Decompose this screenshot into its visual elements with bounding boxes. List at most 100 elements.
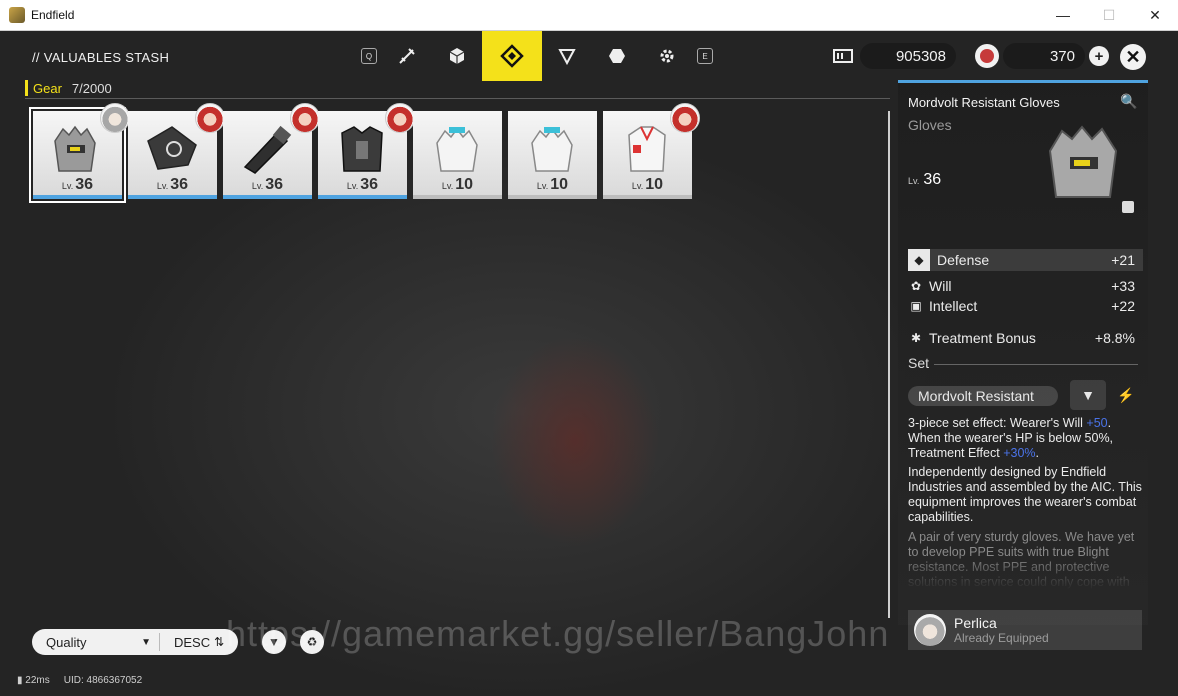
gem-currency-icon <box>975 44 999 68</box>
item-slot[interactable]: Lv. 36 <box>223 103 320 199</box>
rarity-bar <box>318 195 407 199</box>
detail-gloves-image <box>1048 125 1118 198</box>
item-slot[interactable]: Lv. 36 <box>318 103 415 199</box>
tab-weapons[interactable] <box>382 31 432 81</box>
white-gloves-icon <box>436 127 478 172</box>
cog-icon <box>660 49 674 63</box>
category-tabs: Q E <box>356 31 718 81</box>
rarity-bar <box>603 195 692 199</box>
lock-icon[interactable] <box>1122 201 1134 213</box>
rarity-bar <box>223 195 312 199</box>
equipped-operator-badge <box>670 103 700 133</box>
shield-icon: ◆ <box>908 249 930 271</box>
signal-icon: ▮ <box>17 675 23 686</box>
currency-a-value: 905308 <box>860 43 956 69</box>
tab-gear[interactable] <box>482 31 542 81</box>
game-viewport: // VALUABLES STASH Q E 905308 370 + ✕ Ge… <box>0 31 1178 696</box>
currency-b-value: 370 <box>1003 43 1085 69</box>
gear-count: 7/2000 <box>71 80 112 96</box>
avatar <box>914 614 946 646</box>
card-currency-icon <box>833 49 853 63</box>
treatment-icon: ✱ <box>910 331 922 345</box>
tab-next-key[interactable]: E <box>692 31 718 81</box>
armor-icon <box>341 126 383 172</box>
caret-down-icon: ▼ <box>141 636 151 648</box>
sort-order-icon: ⇅ <box>214 635 225 649</box>
add-currency-button[interactable]: + <box>1089 46 1109 66</box>
window-titlebar: Endfield — ☐ ✕ <box>0 0 1178 31</box>
white-gloves-icon <box>531 127 573 172</box>
intellect-icon: ▣ <box>910 299 922 313</box>
tab-materials[interactable] <box>432 31 482 81</box>
tab-special[interactable] <box>642 31 692 81</box>
watermark: https://gamemarket.gg/seller/BangJohn <box>226 613 890 654</box>
item-slot[interactable]: Lv. 10 <box>413 111 502 199</box>
stash-title: // VALUABLES STASH <box>32 50 170 65</box>
item-level: Lv. 10 <box>441 176 474 193</box>
rarity-bar <box>33 195 122 199</box>
close-window-button[interactable]: ✕ <box>1132 0 1178 30</box>
hexagon-icon <box>609 49 625 63</box>
equipped-operator-badge <box>195 103 225 133</box>
list-scrollbar[interactable] <box>888 111 890 618</box>
triangle-icon <box>558 49 576 65</box>
rarity-bar <box>508 195 597 199</box>
set-divider <box>934 364 1138 365</box>
item-flavor-text: A pair of very sturdy gloves. We have ye… <box>908 530 1135 589</box>
jacket-icon <box>628 126 666 172</box>
tab-tools[interactable] <box>592 31 642 81</box>
sort-field-dropdown[interactable]: Quality ▼ <box>32 633 160 651</box>
currency-a: 905308 <box>832 43 956 69</box>
close-stash-button[interactable]: ✕ <box>1120 44 1146 70</box>
kit-icon <box>147 126 197 170</box>
tab-prev-key[interactable]: Q <box>356 31 382 81</box>
uid-text: UID: 4866367052 <box>63 675 143 686</box>
currency-b: 370 + <box>975 43 1109 69</box>
set-piece-icons: ▼ ⚡ <box>1070 380 1140 410</box>
inspect-icon[interactable]: 🔍 <box>1120 93 1137 110</box>
sort-field-value: Quality <box>46 634 87 650</box>
cube-icon <box>449 48 465 64</box>
equipped-operator-badge <box>385 103 415 133</box>
tab-consumables[interactable] <box>542 31 592 81</box>
stat-intellect: ▣ Intellect +22 <box>908 296 1143 316</box>
footer-status: ▮ 22ms UID: 4866367052 <box>17 675 142 686</box>
set-name[interactable]: Mordvolt Resistant <box>908 386 1058 406</box>
set-emblem-icon: ▼ <box>1070 380 1106 410</box>
item-slot[interactable]: Lv. 36 <box>128 103 225 199</box>
detail-item-type: Gloves <box>908 117 952 133</box>
will-icon: ✿ <box>910 279 922 293</box>
gear-diamond-icon <box>500 44 524 68</box>
rarity-bar <box>128 195 217 199</box>
equipped-status: Already Equipped <box>954 631 1049 645</box>
item-slot[interactable]: Lv. 10 <box>508 111 597 199</box>
ping-indicator: ▮ 22ms <box>17 675 50 686</box>
item-level: Lv. 36 <box>61 176 94 193</box>
stat-treatment-bonus: ✱ Treatment Bonus +8.8% <box>908 328 1143 348</box>
item-level: Lv. 10 <box>536 176 569 193</box>
minimize-button[interactable]: — <box>1040 0 1086 30</box>
detail-item-name: Mordvolt Resistant Gloves <box>908 95 1060 110</box>
window-title: Endfield <box>31 8 75 22</box>
app-icon <box>9 7 25 23</box>
gear-bar: Gear 7/2000 <box>25 78 890 99</box>
item-grid: Lv. 36 Lv. 36 Lv. 36 Lv. 36 Lv. 10 Lv. 1… <box>29 103 700 203</box>
equipped-operator-name: Perlica <box>954 615 997 631</box>
set-effect-text: 3-piece set effect: Wearer's Will +50. W… <box>908 416 1114 460</box>
set-label: Set <box>908 355 930 371</box>
item-description: Independently designed by Endfield Indus… <box>908 465 1142 524</box>
equipped-by-card[interactable]: Perlica Already Equipped <box>908 610 1142 650</box>
item-slot[interactable]: Lv. 10 <box>603 103 700 199</box>
item-level: Lv. 36 <box>156 176 189 193</box>
gear-label: Gear <box>33 80 62 96</box>
item-slot[interactable]: Lv. 36 <box>29 103 130 203</box>
item-level: Lv. 36 <box>251 176 284 193</box>
window-controls: — ☐ ✕ <box>1040 0 1178 30</box>
sort-order-toggle[interactable]: DESC ⇅ <box>160 635 224 650</box>
item-level: Lv. 36 <box>346 176 379 193</box>
maximize-button[interactable]: ☐ <box>1086 0 1132 30</box>
rarity-bar <box>413 195 502 199</box>
gloves-icon <box>54 125 96 172</box>
q-key-icon: Q <box>361 48 377 64</box>
equipped-operator-badge <box>100 103 130 133</box>
